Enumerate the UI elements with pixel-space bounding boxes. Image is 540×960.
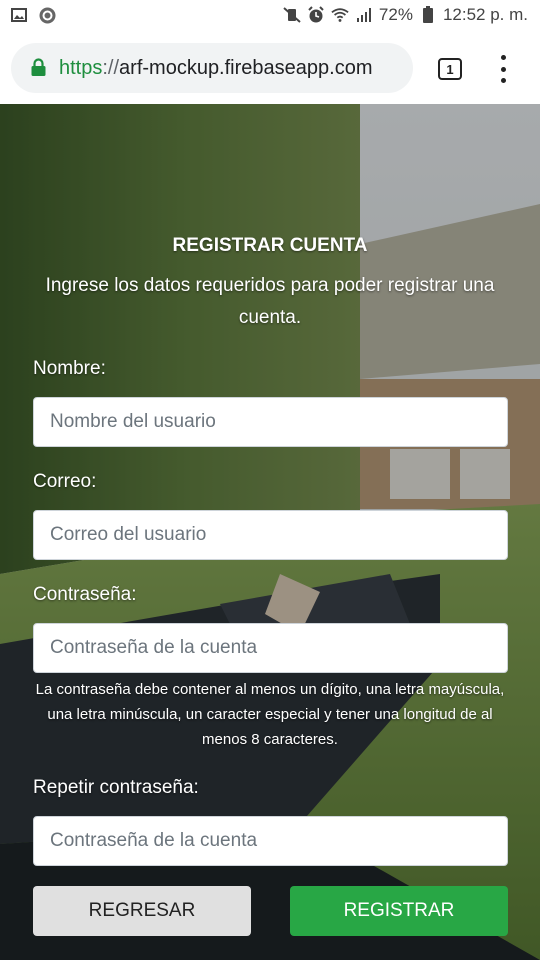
wifi-icon	[331, 6, 349, 24]
browser-toolbar: https://arf-mockup.firebaseapp.com 1	[0, 32, 540, 104]
page-subtitle: Ingrese los datos requeridos para poder …	[45, 275, 495, 328]
repeat-password-label: Repetir contraseña:	[33, 777, 199, 798]
signal-icon	[355, 6, 373, 24]
tab-switcher-button[interactable]: 1	[438, 58, 462, 80]
register-button[interactable]: REGISTRAR	[290, 886, 508, 936]
repeat-password-input[interactable]	[33, 816, 508, 866]
sync-icon	[38, 6, 56, 24]
image-icon	[10, 6, 28, 24]
status-bar: 72% 12:52 p. m.	[0, 0, 540, 32]
alarm-icon	[307, 6, 325, 24]
url-scheme: https	[59, 56, 103, 79]
password-hint: La contraseña debe contener al menos un …	[35, 681, 505, 748]
overflow-menu-icon[interactable]	[494, 55, 512, 83]
clock: 12:52 p. m.	[442, 5, 528, 24]
url-separator: ://	[102, 56, 120, 79]
password-label: Contraseña:	[33, 584, 137, 605]
battery-icon	[419, 6, 437, 24]
lock-icon	[31, 58, 49, 78]
name-input[interactable]	[33, 397, 508, 447]
email-input[interactable]	[33, 510, 508, 560]
address-bar[interactable]: https://arf-mockup.firebaseapp.com	[11, 43, 413, 93]
page-title: REGISTRAR CUENTA	[172, 235, 368, 256]
register-form: REGISTRAR CUENTA Ingrese los datos reque…	[0, 104, 540, 960]
email-label: Correo:	[33, 471, 97, 492]
password-input[interactable]	[33, 623, 508, 673]
name-label: Nombre:	[33, 358, 106, 379]
status-right-icons: 72% 12:52 p. m.	[283, 5, 528, 25]
battery-percent: 72%	[378, 5, 413, 24]
status-left-icons	[10, 6, 56, 24]
back-button[interactable]: REGRESAR	[33, 886, 251, 936]
mute-vibrate-icon	[283, 6, 301, 24]
url-host: arf-mockup.firebaseapp.com	[119, 56, 373, 79]
